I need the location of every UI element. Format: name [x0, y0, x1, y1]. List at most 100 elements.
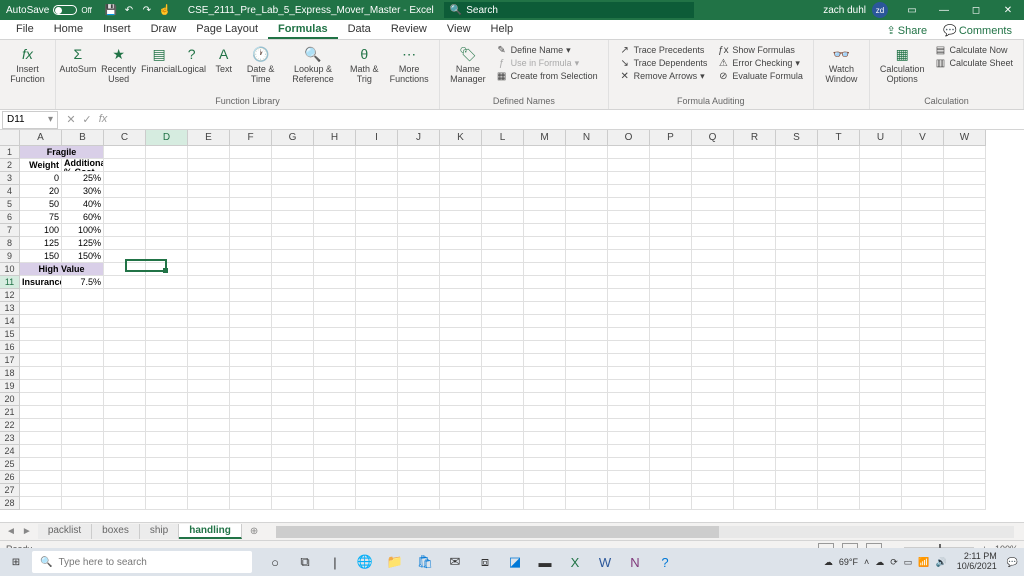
cell-V4[interactable] [902, 185, 944, 198]
cell-A13[interactable] [20, 302, 62, 315]
cell-E27[interactable] [188, 484, 230, 497]
cell-W11[interactable] [944, 276, 986, 289]
col-header-O[interactable]: O [608, 130, 650, 146]
cell-N15[interactable] [566, 328, 608, 341]
taskview-icon[interactable]: ⧉ [292, 550, 318, 574]
autosum-button[interactable]: ΣAutoSum [62, 42, 94, 95]
cell-H28[interactable] [314, 497, 356, 510]
cell-T21[interactable] [818, 406, 860, 419]
cell-H26[interactable] [314, 471, 356, 484]
cell-Q22[interactable] [692, 419, 734, 432]
cell-Q9[interactable] [692, 250, 734, 263]
cell-M17[interactable] [524, 354, 566, 367]
cell-Q27[interactable] [692, 484, 734, 497]
cell-B24[interactable] [62, 445, 104, 458]
cell-L20[interactable] [482, 393, 524, 406]
cell-F24[interactable] [230, 445, 272, 458]
cell-O22[interactable] [608, 419, 650, 432]
cell-U25[interactable] [860, 458, 902, 471]
cell-J9[interactable] [398, 250, 440, 263]
cell-I21[interactable] [356, 406, 398, 419]
cell-S3[interactable] [776, 172, 818, 185]
cell-N5[interactable] [566, 198, 608, 211]
cell-M4[interactable] [524, 185, 566, 198]
cell-C26[interactable] [104, 471, 146, 484]
cell-I16[interactable] [356, 341, 398, 354]
cell-V9[interactable] [902, 250, 944, 263]
cell-I15[interactable] [356, 328, 398, 341]
cell-W13[interactable] [944, 302, 986, 315]
cell-E5[interactable] [188, 198, 230, 211]
cell-T27[interactable] [818, 484, 860, 497]
cell-M6[interactable] [524, 211, 566, 224]
row-header-13[interactable]: 13 [0, 302, 20, 315]
col-header-L[interactable]: L [482, 130, 524, 146]
cell-D8[interactable] [146, 237, 188, 250]
cell-E11[interactable] [188, 276, 230, 289]
cell-Q3[interactable] [692, 172, 734, 185]
cell-B6[interactable]: 60% [62, 211, 104, 224]
cell-T26[interactable] [818, 471, 860, 484]
cell-C7[interactable] [104, 224, 146, 237]
insert-function-button[interactable]: fxInsert Function [6, 42, 49, 95]
cell-A23[interactable] [20, 432, 62, 445]
cell-Q14[interactable] [692, 315, 734, 328]
cell-G10[interactable] [272, 263, 314, 276]
cell-C24[interactable] [104, 445, 146, 458]
fx-icon[interactable]: fx [96, 113, 110, 126]
cell-M7[interactable] [524, 224, 566, 237]
cell-F3[interactable] [230, 172, 272, 185]
cell-D5[interactable] [146, 198, 188, 211]
cell-F22[interactable] [230, 419, 272, 432]
cell-T12[interactable] [818, 289, 860, 302]
cell-V17[interactable] [902, 354, 944, 367]
cell-T28[interactable] [818, 497, 860, 510]
cell-W3[interactable] [944, 172, 986, 185]
tab-file[interactable]: File [6, 21, 44, 39]
cell-H19[interactable] [314, 380, 356, 393]
cell-I25[interactable] [356, 458, 398, 471]
select-all-corner[interactable] [0, 130, 20, 146]
row-header-10[interactable]: 10 [0, 263, 20, 276]
cell-P4[interactable] [650, 185, 692, 198]
cell-U23[interactable] [860, 432, 902, 445]
cell-B3[interactable]: 25% [62, 172, 104, 185]
cell-H8[interactable] [314, 237, 356, 250]
cell-B23[interactable] [62, 432, 104, 445]
cell-O13[interactable] [608, 302, 650, 315]
edge-icon[interactable]: 🌐 [352, 550, 378, 574]
row-header-1[interactable]: 1 [0, 146, 20, 159]
maximize-icon[interactable]: ◻ [960, 0, 992, 20]
cell-R27[interactable] [734, 484, 776, 497]
cell-I22[interactable] [356, 419, 398, 432]
cell-J20[interactable] [398, 393, 440, 406]
cell-F9[interactable] [230, 250, 272, 263]
cell-N19[interactable] [566, 380, 608, 393]
cell-J3[interactable] [398, 172, 440, 185]
cell-I20[interactable] [356, 393, 398, 406]
cell-D18[interactable] [146, 367, 188, 380]
cell-W19[interactable] [944, 380, 986, 393]
cell-K16[interactable] [440, 341, 482, 354]
row-header-17[interactable]: 17 [0, 354, 20, 367]
cell-U11[interactable] [860, 276, 902, 289]
cell-R1[interactable] [734, 146, 776, 159]
cell-N13[interactable] [566, 302, 608, 315]
cell-N28[interactable] [566, 497, 608, 510]
cell-F27[interactable] [230, 484, 272, 497]
cell-F16[interactable] [230, 341, 272, 354]
sheet-tab-handling[interactable]: handling [179, 524, 242, 539]
cell-O6[interactable] [608, 211, 650, 224]
cell-F2[interactable] [230, 159, 272, 172]
cell-A3[interactable]: 0 [20, 172, 62, 185]
cell-O24[interactable] [608, 445, 650, 458]
cell-B9[interactable]: 150% [62, 250, 104, 263]
autosave-toggle[interactable]: AutoSave Off [0, 5, 98, 16]
cell-L27[interactable] [482, 484, 524, 497]
cell-H17[interactable] [314, 354, 356, 367]
cell-W17[interactable] [944, 354, 986, 367]
cell-R8[interactable] [734, 237, 776, 250]
cell-T20[interactable] [818, 393, 860, 406]
row-header-4[interactable]: 4 [0, 185, 20, 198]
cell-Q16[interactable] [692, 341, 734, 354]
